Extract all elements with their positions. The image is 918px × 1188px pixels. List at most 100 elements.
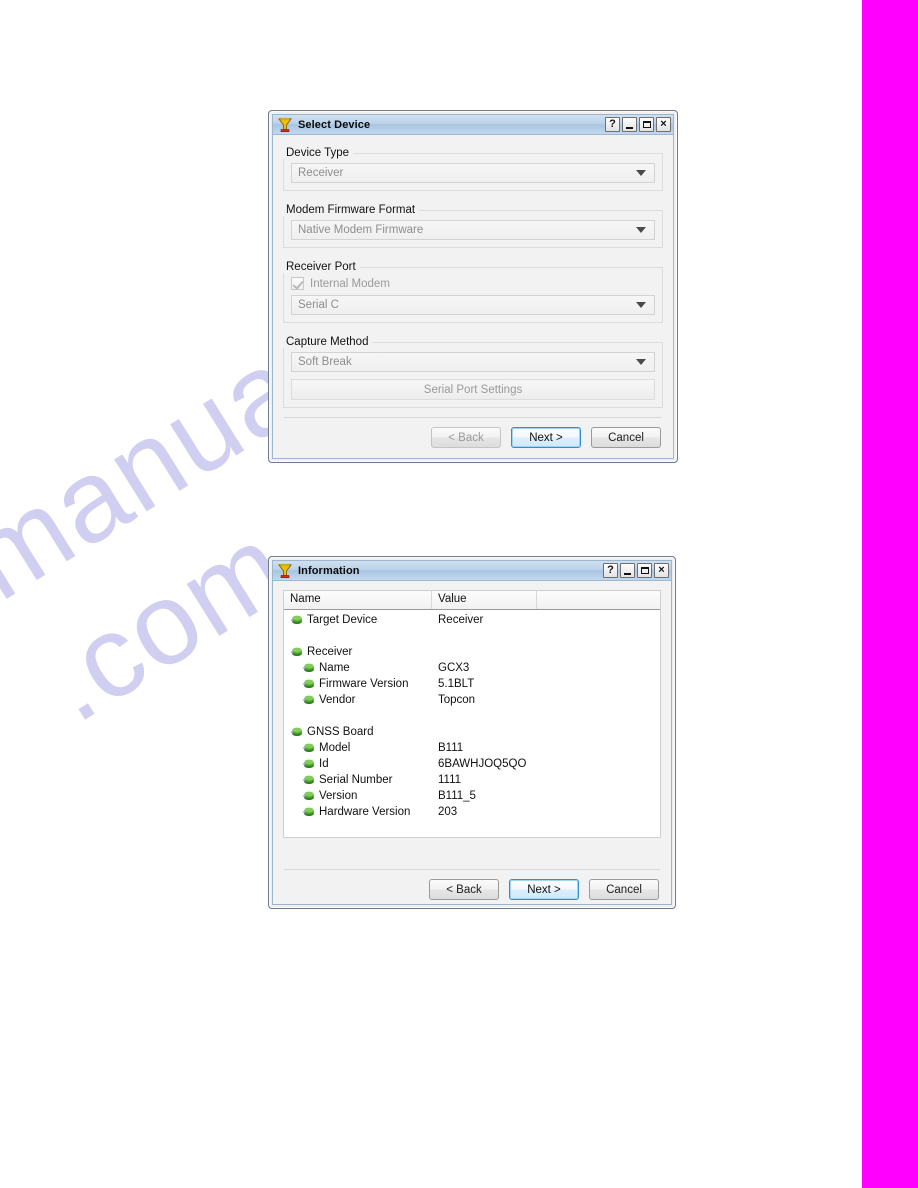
next-button[interactable]: Next > — [509, 879, 579, 900]
modem-firmware-format-value: Native Modem Firmware — [298, 224, 424, 236]
back-button[interactable]: < Back — [431, 427, 501, 448]
select-device-footer: < Back Next > Cancel — [283, 418, 663, 448]
close-button[interactable]: × — [656, 117, 671, 132]
column-header-value[interactable]: Value — [432, 591, 537, 609]
node-icon — [302, 743, 314, 752]
row-name-label: Target Device — [307, 614, 378, 626]
serial-port-settings-button[interactable]: Serial Port Settings — [291, 379, 655, 400]
minimize-glyph — [626, 127, 633, 129]
select-device-window-frame: Select Device ? × Device Type Receiver M… — [272, 114, 674, 459]
row-name-cell: GNSS Board — [284, 726, 438, 738]
minimize-button[interactable] — [620, 563, 635, 578]
group-frame-receiver-port: Internal Modem Serial C — [283, 267, 663, 323]
receiver-port-combo[interactable]: Serial C — [291, 295, 655, 315]
maximize-button[interactable] — [637, 563, 652, 578]
row-value-cell: 5.1BLT — [438, 678, 475, 690]
row-name-label: Vendor — [319, 694, 356, 706]
listview-spacer-row — [284, 708, 660, 724]
select-device-title: Select Device — [298, 118, 371, 131]
row-name-label: Receiver — [307, 646, 353, 658]
table-row[interactable]: Receiver — [284, 644, 660, 660]
minimize-glyph — [624, 573, 631, 575]
row-value-cell: 6BAWHJOQ5QO — [438, 758, 527, 770]
row-name-cell: Model — [284, 742, 438, 754]
maximize-glyph — [642, 121, 651, 128]
information-window-frame: Information ? × Name Value Target Device… — [272, 560, 672, 905]
capture-method-combo[interactable]: Soft Break — [291, 352, 655, 372]
row-name-label: Version — [319, 790, 358, 802]
table-row[interactable]: Firmware Version 5.1BLT — [284, 676, 660, 692]
table-row[interactable]: Serial Number 1111 — [284, 772, 660, 788]
table-row[interactable]: Target Device Receiver — [284, 612, 660, 628]
group-receiver-port: Receiver Port Internal Modem Serial C — [283, 257, 663, 323]
modem-firmware-format-combo[interactable]: Native Modem Firmware — [291, 220, 655, 240]
row-value-cell: Topcon — [438, 694, 476, 706]
node-icon — [290, 615, 302, 624]
help-button[interactable]: ? — [603, 563, 618, 578]
node-icon — [290, 647, 302, 656]
node-icon — [302, 663, 314, 672]
maximize-button[interactable] — [639, 117, 654, 132]
row-value-cell: Receiver — [438, 614, 484, 626]
row-value-cell: GCX3 — [438, 662, 470, 674]
row-name-label: Serial Number — [319, 774, 393, 786]
close-button[interactable]: × — [654, 563, 669, 578]
node-icon — [302, 791, 314, 800]
node-icon — [290, 727, 302, 736]
group-label-receiver-port: Receiver Port — [283, 261, 360, 273]
device-type-combo[interactable]: Receiver — [291, 163, 655, 183]
chevron-down-icon — [636, 227, 646, 233]
table-row[interactable]: Hardware Version 203 — [284, 804, 660, 820]
internal-modem-label: Internal Modem — [310, 277, 390, 290]
row-name-label: Name — [319, 662, 350, 674]
device-type-value: Receiver — [298, 167, 344, 179]
table-row[interactable]: Vendor Topcon — [284, 692, 660, 708]
information-window-controls: ? × — [603, 563, 669, 578]
row-value-cell: 203 — [438, 806, 458, 818]
information-window: Information ? × Name Value Target Device… — [268, 556, 676, 909]
node-icon — [302, 807, 314, 816]
row-name-cell: Hardware Version — [284, 806, 438, 818]
row-name-cell: Serial Number — [284, 774, 438, 786]
node-icon — [302, 775, 314, 784]
column-header-extra[interactable] — [537, 591, 660, 609]
node-icon — [302, 759, 314, 768]
row-name-label: Id — [319, 758, 329, 770]
chevron-down-icon — [636, 170, 646, 176]
row-name-label: Model — [319, 742, 351, 754]
table-row[interactable]: Id 6BAWHJOQ5QO — [284, 756, 660, 772]
select-device-client-area: Device Type Receiver Modem Firmware Form… — [273, 135, 673, 458]
select-device-window: Select Device ? × Device Type Receiver M… — [268, 110, 678, 463]
back-button[interactable]: < Back — [429, 879, 499, 900]
table-row[interactable]: Name GCX3 — [284, 660, 660, 676]
group-modem-firmware-format: Modem Firmware Format Native Modem Firmw… — [283, 200, 663, 248]
internal-modem-checkbox[interactable] — [291, 277, 304, 290]
group-label-capture-method: Capture Method — [283, 336, 373, 348]
listview-header: Name Value — [284, 591, 660, 610]
table-row[interactable]: Version B111_5 — [284, 788, 660, 804]
next-button[interactable]: Next > — [511, 427, 581, 448]
group-capture-method: Capture Method Soft Break Serial Port Se… — [283, 332, 663, 408]
help-button[interactable]: ? — [605, 117, 620, 132]
row-name-cell: Version — [284, 790, 438, 802]
internal-modem-checkbox-row[interactable]: Internal Modem — [291, 277, 655, 290]
column-header-name[interactable]: Name — [284, 591, 432, 609]
information-listview[interactable]: Name Value Target Device Receiver Receiver… — [283, 590, 661, 838]
row-name-cell: Receiver — [284, 646, 438, 658]
cancel-button[interactable]: Cancel — [591, 427, 661, 448]
page-edge-magenta-bar — [862, 0, 918, 1188]
maximize-glyph — [640, 567, 649, 574]
group-device-type: Device Type Receiver — [283, 143, 663, 191]
information-title: Information — [298, 564, 360, 577]
row-value-cell: B111_5 — [438, 790, 476, 802]
table-row[interactable]: Model B111 — [284, 740, 660, 756]
funnel-icon — [278, 563, 292, 578]
table-row[interactable]: GNSS Board — [284, 724, 660, 740]
minimize-button[interactable] — [622, 117, 637, 132]
group-label-device-type: Device Type — [283, 147, 354, 159]
row-value-cell: B111 — [438, 742, 464, 754]
select-device-window-controls: ? × — [605, 117, 671, 132]
cancel-button[interactable]: Cancel — [589, 879, 659, 900]
document-page: manualshive.com Select Device ? × — [0, 0, 862, 1188]
select-device-titlebar: Select Device ? × — [273, 115, 673, 135]
